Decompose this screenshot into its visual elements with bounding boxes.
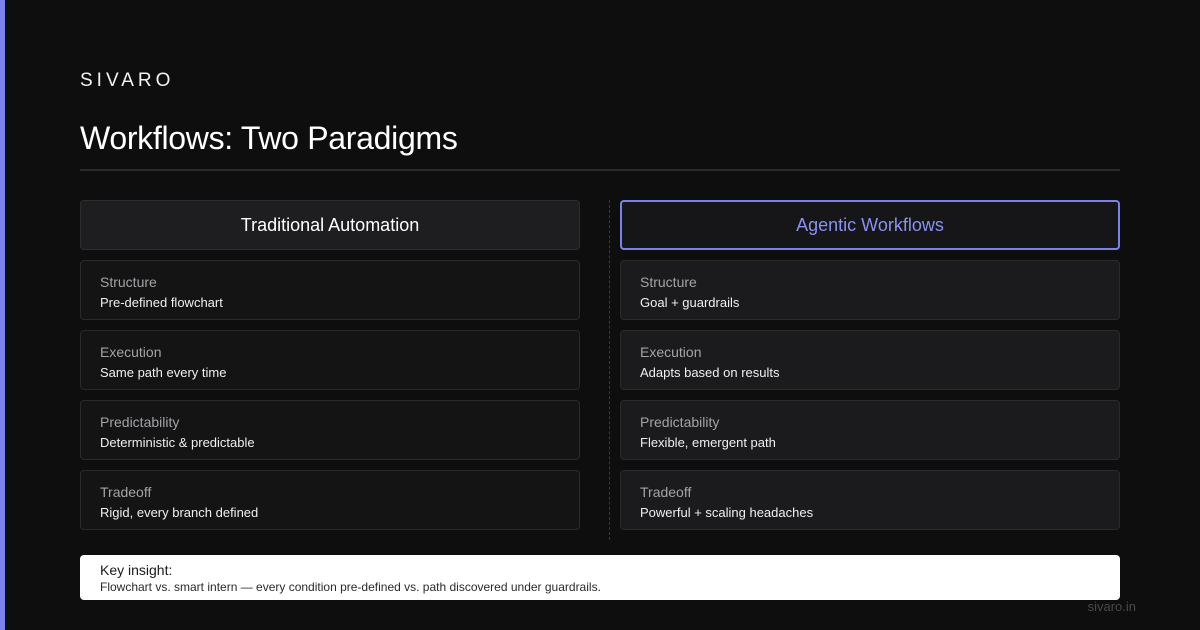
insight-label: Key insight: <box>100 562 173 578</box>
card-label: Execution <box>640 344 702 360</box>
column-header-traditional: Traditional Automation <box>80 200 580 250</box>
footer-url: sivaro.in <box>1087 599 1136 614</box>
comparison-card: Execution Adapts based on results <box>620 330 1120 390</box>
card-value: Pre-defined flowchart <box>100 295 223 310</box>
key-insight-box: Key insight: Flowchart vs. smart intern … <box>80 555 1120 600</box>
brand-logo: SIVARO <box>80 70 175 91</box>
card-value: Same path every time <box>100 365 227 380</box>
card-value: Deterministic & predictable <box>100 435 255 450</box>
comparison-card: Structure Pre-defined flowchart <box>80 260 580 320</box>
card-label: Predictability <box>640 414 720 430</box>
card-label: Structure <box>640 274 697 290</box>
insight-text: Flowchart vs. smart intern — every condi… <box>100 580 601 594</box>
card-value: Adapts based on results <box>640 365 780 380</box>
card-label: Structure <box>100 274 157 290</box>
page-title: Workflows: Two Paradigms <box>80 120 458 156</box>
column-header-agentic: Agentic Workflows <box>620 200 1120 250</box>
comparison-card: Tradeoff Rigid, every branch defined <box>80 470 580 530</box>
card-value: Goal + guardrails <box>640 295 740 310</box>
card-label: Tradeoff <box>640 484 692 500</box>
agentic-workflows-column: Agentic Workflows Structure Goal + guard… <box>620 200 1120 530</box>
column-divider <box>609 200 610 540</box>
card-label: Execution <box>100 344 162 360</box>
traditional-automation-column: Traditional Automation Structure Pre-def… <box>80 200 580 530</box>
title-divider <box>80 169 1120 171</box>
card-label: Tradeoff <box>100 484 152 500</box>
slide: SIVARO Workflows: Two Paradigms Traditio… <box>0 0 1200 630</box>
comparison-card: Tradeoff Powerful + scaling headaches <box>620 470 1120 530</box>
accent-bar <box>0 0 5 630</box>
card-value: Powerful + scaling headaches <box>640 505 814 520</box>
comparison-card: Predictability Flexible, emergent path <box>620 400 1120 460</box>
comparison-card: Structure Goal + guardrails <box>620 260 1120 320</box>
comparison-card: Predictability Deterministic & predictab… <box>80 400 580 460</box>
card-value: Rigid, every branch defined <box>100 505 259 520</box>
card-value: Flexible, emergent path <box>640 435 776 450</box>
card-label: Predictability <box>100 414 180 430</box>
comparison-card: Execution Same path every time <box>80 330 580 390</box>
